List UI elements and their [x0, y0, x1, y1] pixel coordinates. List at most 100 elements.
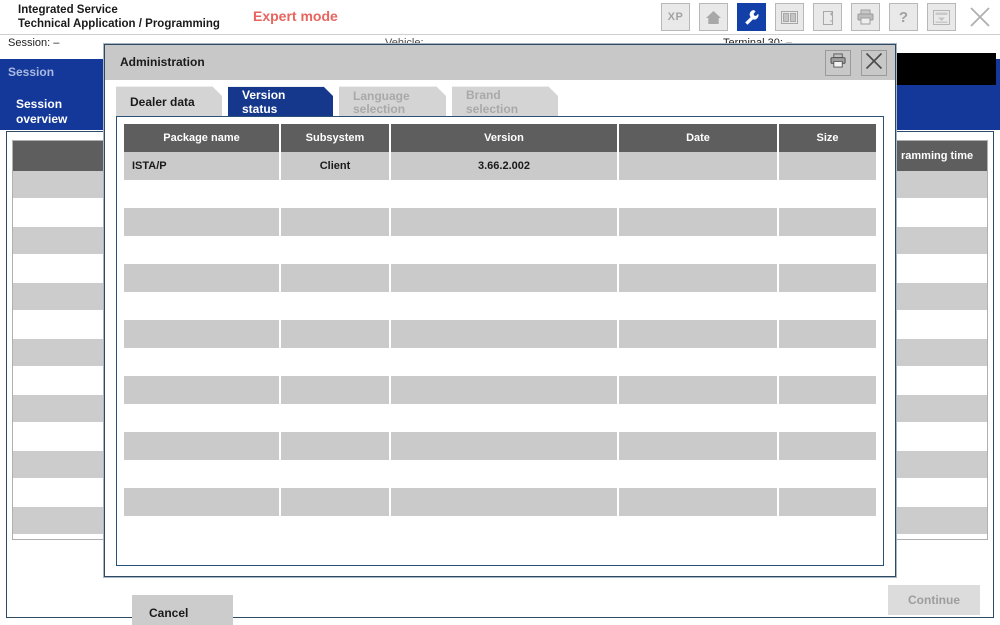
continue-button[interactable]: Continue — [888, 585, 980, 615]
background-black-panel — [896, 53, 996, 85]
cell-subsystem — [281, 320, 391, 348]
table-row — [895, 451, 987, 479]
table-row[interactable] — [124, 320, 876, 348]
battery-button[interactable] — [813, 3, 842, 31]
column-header-package-name: Package name — [124, 124, 281, 152]
cell-date — [619, 152, 779, 180]
xp-icon: XP — [668, 11, 684, 23]
table-row — [895, 311, 987, 339]
cell-package-name — [124, 432, 281, 460]
table-row-spacer — [124, 348, 876, 376]
table-row — [13, 479, 109, 507]
cell-date — [619, 376, 779, 404]
tab-language-selection[interactable]: Languageselection — [339, 86, 446, 118]
session-status: Session: – — [8, 37, 59, 49]
table-row[interactable] — [124, 264, 876, 292]
home-button[interactable] — [699, 3, 728, 31]
cell-version: 3.66.2.002 — [391, 152, 619, 180]
cell-subsystem — [281, 376, 391, 404]
cell-date — [619, 208, 779, 236]
table-row — [13, 395, 109, 423]
id-card-icon — [781, 11, 798, 24]
expert-mode-label: Expert mode — [253, 8, 338, 24]
administration-dialog: Administration — [104, 44, 896, 577]
tab-label: Dealer data — [130, 95, 195, 109]
table-row — [13, 255, 109, 283]
close-x-icon — [864, 51, 884, 76]
table-row[interactable] — [124, 488, 876, 516]
table-row — [13, 423, 109, 451]
cell-subsystem — [281, 208, 391, 236]
xp-button[interactable]: XP — [661, 3, 690, 31]
cell-package-name: ISTA/P — [124, 152, 281, 180]
app-title-line1: Integrated Service — [18, 3, 220, 17]
table-row — [13, 227, 109, 255]
cell-size — [779, 320, 876, 348]
tab-label: Brand selection — [466, 88, 544, 116]
print-button[interactable] — [851, 3, 880, 31]
cell-version — [391, 432, 619, 460]
app-toolbar: XP — [661, 3, 994, 31]
tab-brand-selection[interactable]: Brand selection — [452, 86, 558, 118]
tab-version-status[interactable]: Version status — [228, 86, 333, 118]
cell-date — [619, 320, 779, 348]
id-button[interactable] — [775, 3, 804, 31]
home-icon — [705, 10, 722, 25]
table-row[interactable] — [124, 208, 876, 236]
table-row — [895, 395, 987, 423]
tab-dealer-data[interactable]: Dealer data — [116, 86, 222, 118]
cell-version — [391, 320, 619, 348]
table-row-spacer — [124, 460, 876, 488]
tray-button[interactable] — [927, 3, 956, 31]
cell-version — [391, 264, 619, 292]
cancel-button[interactable]: Cancel — [132, 595, 233, 625]
cell-date — [619, 432, 779, 460]
table-row-spacer — [124, 404, 876, 432]
table-row-spacer — [124, 236, 876, 264]
cell-package-name — [124, 488, 281, 516]
table-row[interactable]: ISTA/P Client 3.66.2.002 — [124, 152, 876, 180]
tab-label: Version status — [242, 88, 319, 116]
version-table: Package name Subsystem Version Date Size… — [124, 124, 876, 516]
table-row — [895, 339, 987, 367]
app-header: Integrated Service Technical Application… — [0, 0, 1000, 34]
table-row — [895, 367, 987, 395]
table-row — [13, 507, 109, 535]
sidebar-item-label: Sessionoverview — [16, 97, 102, 127]
table-row — [13, 339, 109, 367]
table-row — [895, 507, 987, 535]
cell-subsystem: Client — [281, 152, 391, 180]
background-table-left — [12, 140, 110, 540]
cell-size — [779, 488, 876, 516]
cell-size — [779, 208, 876, 236]
cell-size — [779, 376, 876, 404]
sidebar-item-session-overview[interactable]: Sessionoverview — [10, 96, 102, 128]
cell-size — [779, 432, 876, 460]
column-header-version: Version — [391, 124, 619, 152]
background-table-right-header: ramming time — [895, 141, 987, 171]
table-row — [13, 199, 109, 227]
sidebar-section-label: Session — [8, 65, 54, 79]
dialog-print-button[interactable] — [825, 50, 851, 76]
table-row — [13, 283, 109, 311]
table-row — [13, 451, 109, 479]
app-title-line2: Technical Application / Programming — [18, 17, 220, 31]
table-row — [13, 311, 109, 339]
cell-package-name — [124, 208, 281, 236]
question-mark-icon: ? — [899, 9, 908, 26]
tools-button[interactable] — [737, 3, 766, 31]
cell-package-name — [124, 320, 281, 348]
table-row — [895, 227, 987, 255]
table-row — [895, 171, 987, 199]
background-table-right: ramming time — [894, 140, 988, 540]
dialog-close-button[interactable] — [861, 50, 887, 76]
cell-subsystem — [281, 432, 391, 460]
cell-subsystem — [281, 488, 391, 516]
app-title: Integrated Service Technical Application… — [18, 3, 220, 31]
table-row[interactable] — [124, 376, 876, 404]
cell-subsystem — [281, 264, 391, 292]
close-button[interactable] — [965, 3, 994, 31]
table-row — [13, 171, 109, 199]
table-row[interactable] — [124, 432, 876, 460]
help-button[interactable]: ? — [889, 3, 918, 31]
